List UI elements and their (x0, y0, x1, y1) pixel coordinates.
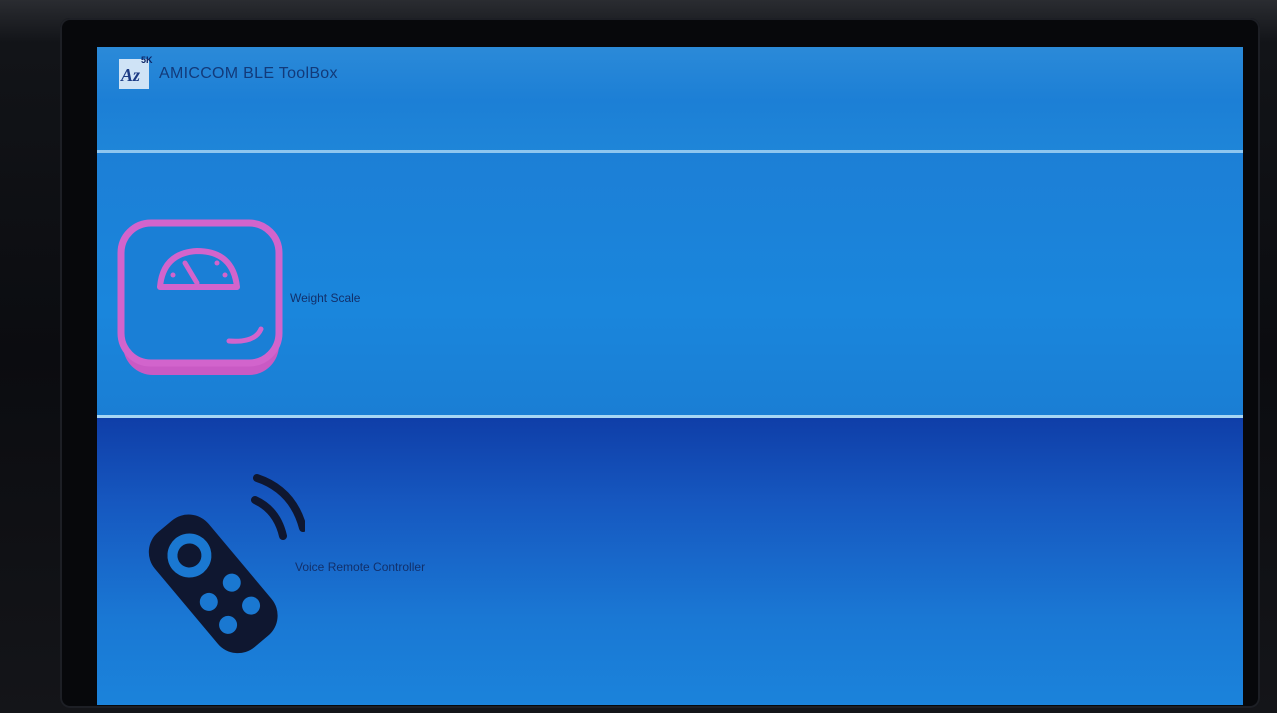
list-item-voice-remote[interactable]: Voice Remote Controller (97, 418, 1243, 705)
voice-remote-label: Voice Remote Controller (295, 560, 426, 574)
logo-text: Az (121, 65, 141, 85)
app-title: AMICCOM BLE ToolBox (159, 65, 338, 82)
weight-scale-icon (115, 217, 285, 386)
app-header: Az 5K AMICCOM BLE ToolBox (97, 47, 1243, 155)
logo-superscript: 5K (141, 55, 153, 65)
app-logo: Az 5K (119, 55, 153, 89)
device-screen: Az 5K AMICCOM BLE ToolBox Weight Scale V… (97, 47, 1243, 705)
app-bar: Az 5K AMICCOM BLE ToolBox (97, 47, 1243, 101)
list-item-weight-scale[interactable]: Weight Scale (97, 153, 1243, 415)
remote-control-icon (115, 470, 307, 665)
weight-scale-label: Weight Scale (290, 291, 361, 305)
